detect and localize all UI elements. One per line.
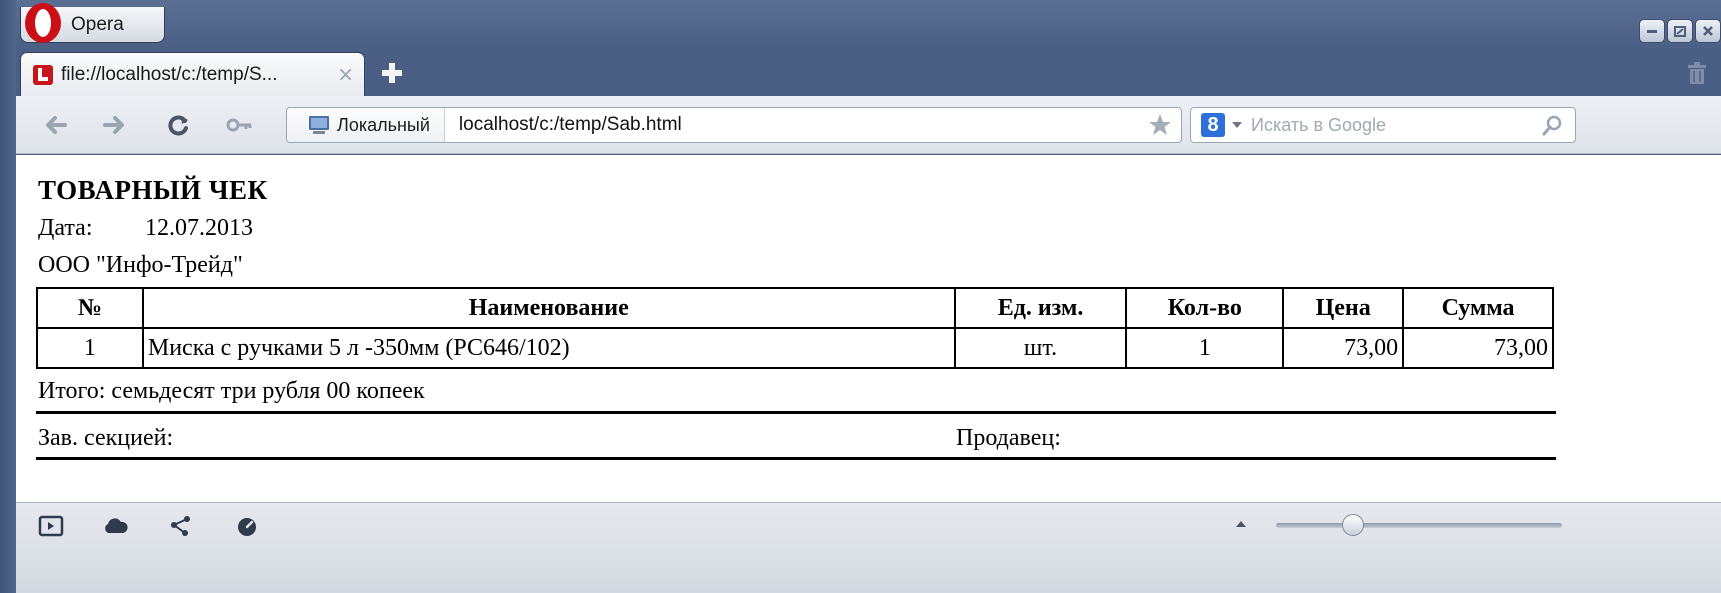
- forward-button[interactable]: [100, 111, 130, 139]
- divider: [36, 457, 1556, 460]
- section-head-signature: Зав. секцией:: [38, 425, 174, 451]
- column-header-name: Наименование: [141, 287, 956, 329]
- page-content: ТОВАРНЫЙ ЧЕК Дата: 12.07.2013 ООО "Инфо-…: [16, 155, 1721, 502]
- column-header-quantity: Кол-во: [1125, 287, 1285, 329]
- reload-icon: [168, 115, 188, 136]
- tab-sab-html[interactable]: file://localhost/c:/temp/S... ×: [20, 52, 365, 96]
- opera-menu-button[interactable]: Opera: [20, 3, 165, 43]
- security-label: Локальный: [337, 114, 430, 135]
- share-icon[interactable]: [168, 515, 194, 537]
- restore-button[interactable]: [1667, 19, 1693, 43]
- computer-icon: [309, 116, 329, 134]
- column-header-sum: Сумма: [1402, 287, 1554, 329]
- company-name: ООО "Инфо-Трейд": [38, 252, 243, 278]
- title-bar: Opera: [16, 0, 1721, 50]
- column-header-price: Цена: [1282, 287, 1405, 329]
- restore-icon: [1674, 26, 1686, 37]
- total-in-words: Итого: семьдесят три рубля 00 копеек: [38, 378, 425, 404]
- receipt-title: ТОВАРНЫЙ ЧЕК: [38, 175, 268, 205]
- zoom-slider-handle[interactable]: [1342, 514, 1365, 536]
- chevron-up-icon[interactable]: [1234, 519, 1248, 529]
- star-icon[interactable]: [1147, 112, 1173, 138]
- status-bar: [16, 502, 1721, 593]
- cell-sum: 73,00: [1402, 327, 1554, 369]
- trash-icon[interactable]: [1685, 60, 1709, 86]
- cell-unit: шт.: [953, 327, 1128, 369]
- back-button[interactable]: [40, 111, 70, 139]
- tab-close-button[interactable]: ×: [337, 64, 354, 84]
- seller-signature: Продавец:: [956, 425, 1061, 451]
- column-header-number: №: [36, 287, 144, 329]
- url-input[interactable]: [444, 110, 1147, 140]
- cell-price: 73,00: [1282, 327, 1405, 369]
- date-label: Дата:: [38, 215, 93, 241]
- plus-icon[interactable]: [379, 60, 405, 86]
- security-badge[interactable]: Локальный: [287, 108, 445, 142]
- key-icon: [226, 118, 252, 132]
- search-icon[interactable]: [1541, 113, 1565, 137]
- search-engine-selector[interactable]: 8: [1191, 113, 1251, 137]
- divider: [36, 411, 1556, 414]
- tab-title: file://localhost/c:/temp/S...: [61, 63, 278, 85]
- cell-number: 1: [36, 327, 144, 369]
- table-header-row: № Наименование Ед. изм. Кол-во Цена Сумм…: [36, 287, 1554, 329]
- cell-name: Миска с ручками 5 л -350мм (РС646/102): [141, 327, 956, 369]
- local-file-icon: [33, 64, 53, 85]
- search-input[interactable]: [1251, 114, 1541, 136]
- navigation-toolbar: Локальный 8: [16, 96, 1721, 154]
- table-row: 1 Миска с ручками 5 л -350мм (РС646/102)…: [36, 327, 1554, 369]
- search-bar: 8: [1190, 107, 1576, 143]
- cell-quantity: 1: [1125, 327, 1285, 369]
- cloud-icon[interactable]: [102, 515, 128, 537]
- close-icon: [1703, 26, 1713, 36]
- date-row: Дата: 12.07.2013: [38, 215, 253, 242]
- browser-window: Opera file://localhost/c:/temp/S... × Ло…: [0, 0, 1721, 593]
- panel-toggle-icon[interactable]: [38, 515, 64, 537]
- forward-arrow-icon: [103, 116, 124, 134]
- window-border: [0, 0, 16, 593]
- minimize-icon: [1647, 30, 1657, 33]
- close-window-button[interactable]: [1695, 19, 1721, 43]
- window-controls: [1639, 19, 1721, 43]
- password-manager-button[interactable]: [224, 111, 254, 139]
- zoom-slider[interactable]: [1276, 523, 1562, 528]
- chevron-down-icon: [1232, 122, 1242, 128]
- minimize-button[interactable]: [1639, 19, 1665, 43]
- reload-button[interactable]: [164, 111, 194, 139]
- opera-menu-label: Opera: [71, 13, 124, 35]
- google-icon: 8: [1201, 113, 1225, 137]
- column-header-unit: Ед. изм.: [953, 287, 1128, 329]
- date-value: 12.07.2013: [145, 215, 253, 241]
- back-arrow-icon: [46, 116, 67, 134]
- receipt-table: № Наименование Ед. изм. Кол-во Цена Сумм…: [36, 287, 1554, 369]
- address-bar: Локальный: [286, 107, 1182, 143]
- opera-logo-icon: [25, 3, 61, 43]
- tab-bar: file://localhost/c:/temp/S... ×: [16, 50, 1721, 96]
- speed-dial-icon[interactable]: [234, 515, 260, 537]
